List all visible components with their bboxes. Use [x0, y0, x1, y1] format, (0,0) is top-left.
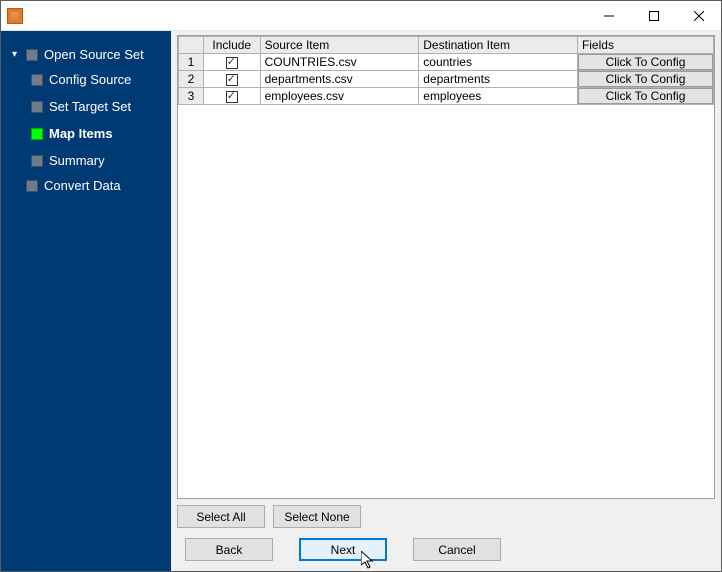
fields-cell: Click To Config [577, 88, 713, 105]
step-config-source[interactable]: Config Source [31, 66, 165, 93]
col-header-destination[interactable]: Destination Item [419, 37, 578, 54]
config-fields-button[interactable]: Click To Config [578, 54, 713, 70]
row-number: 1 [179, 54, 204, 71]
source-item-cell[interactable]: departments.csv [260, 71, 419, 88]
step-label: Summary [49, 153, 105, 168]
table-row: 3 employees.csvemployeesClick To Config [179, 88, 714, 105]
include-checkbox[interactable] [226, 74, 238, 86]
step-label: Config Source [49, 72, 131, 87]
col-header-source[interactable]: Source Item [260, 37, 419, 54]
step-summary[interactable]: Summary [31, 147, 165, 174]
include-checkbox[interactable] [226, 91, 238, 103]
tree-collapse-icon[interactable]: ▾ [9, 49, 20, 60]
mapping-table-container: Include Source Item Destination Item Fie… [177, 35, 715, 499]
back-button[interactable]: Back [185, 538, 273, 561]
app-icon [7, 8, 23, 24]
step-set-target-set[interactable]: Set Target Set [31, 93, 165, 120]
row-number-header [179, 37, 204, 54]
step-label: Map Items [49, 126, 113, 141]
step-label: Convert Data [44, 178, 121, 193]
step-label: Set Target Set [49, 99, 131, 114]
step-status-box [31, 101, 43, 113]
fields-cell: Click To Config [577, 54, 713, 71]
step-convert-data[interactable]: Convert Data [9, 174, 165, 197]
destination-item-cell[interactable]: countries [419, 54, 578, 71]
main-panel: Include Source Item Destination Item Fie… [171, 31, 721, 571]
row-number: 2 [179, 71, 204, 88]
row-number: 3 [179, 88, 204, 105]
step-map-items[interactable]: Map Items [31, 120, 165, 147]
table-row: 2 departments.csvdepartmentsClick To Conf… [179, 71, 714, 88]
destination-item-cell[interactable]: employees [419, 88, 578, 105]
col-header-fields[interactable]: Fields [577, 37, 713, 54]
step-status-box [31, 155, 43, 167]
step-status-box [31, 128, 43, 140]
tree-leaf-icon [9, 180, 20, 191]
include-cell [203, 54, 260, 71]
fields-cell: Click To Config [577, 71, 713, 88]
step-status-box [26, 180, 38, 192]
include-checkbox[interactable] [226, 57, 238, 69]
step-open-source-set[interactable]: ▾ Open Source Set [9, 43, 165, 66]
window-maximize-button[interactable] [631, 1, 676, 30]
col-header-include[interactable]: Include [203, 37, 260, 54]
window-titlebar [1, 1, 721, 31]
step-status-box [31, 74, 43, 86]
wizard-steps-sidebar: ▾ Open Source Set Config Source Set Targe… [1, 31, 171, 571]
include-cell [203, 88, 260, 105]
mapping-table: Include Source Item Destination Item Fie… [178, 36, 714, 105]
source-item-cell[interactable]: COUNTRIES.csv [260, 54, 419, 71]
cancel-button[interactable]: Cancel [413, 538, 501, 561]
select-none-button[interactable]: Select None [273, 505, 361, 528]
config-fields-button[interactable]: Click To Config [578, 88, 713, 104]
next-button[interactable]: Next [299, 538, 387, 561]
include-cell [203, 71, 260, 88]
select-all-button[interactable]: Select All [177, 505, 265, 528]
step-label: Open Source Set [44, 47, 144, 62]
config-fields-button[interactable]: Click To Config [578, 71, 713, 87]
step-status-box [26, 49, 38, 61]
table-row: 1 COUNTRIES.csvcountriesClick To Config [179, 54, 714, 71]
destination-item-cell[interactable]: departments [419, 71, 578, 88]
window-close-button[interactable] [676, 1, 721, 30]
source-item-cell[interactable]: employees.csv [260, 88, 419, 105]
window-minimize-button[interactable] [586, 1, 631, 30]
